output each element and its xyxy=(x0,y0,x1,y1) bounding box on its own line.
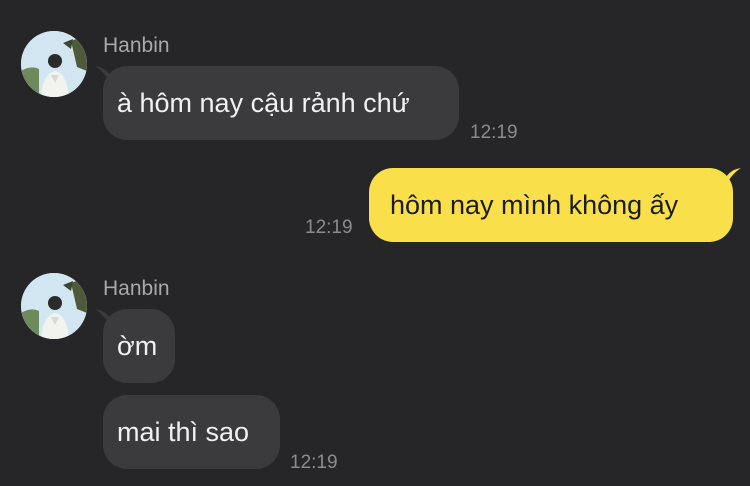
message-time: 12:19 xyxy=(290,452,338,473)
message-time: 12:19 xyxy=(305,217,353,238)
message-bubble[interactable]: à hôm nay cậu rảnh chứ xyxy=(95,66,459,140)
message-text: hôm nay mình không ấy xyxy=(390,190,679,220)
message-bubble[interactable]: ờm xyxy=(95,309,175,383)
bubble-tail xyxy=(723,168,741,190)
avatar[interactable] xyxy=(21,273,87,339)
sender-name: Hanbin xyxy=(103,277,170,300)
bubble-tail xyxy=(95,309,113,331)
message-text: ờm xyxy=(117,331,158,361)
message-time: 12:19 xyxy=(470,122,518,143)
message-bubble[interactable]: hôm nay mình không ấy xyxy=(369,168,741,242)
message-text: à hôm nay cậu rảnh chứ xyxy=(117,88,410,118)
message-bubble[interactable]: mai thì sao xyxy=(103,395,280,469)
sender-name: Hanbin xyxy=(103,34,170,57)
avatar[interactable] xyxy=(21,31,87,97)
message-text: mai thì sao xyxy=(117,417,250,447)
bubble-tail xyxy=(95,66,113,88)
